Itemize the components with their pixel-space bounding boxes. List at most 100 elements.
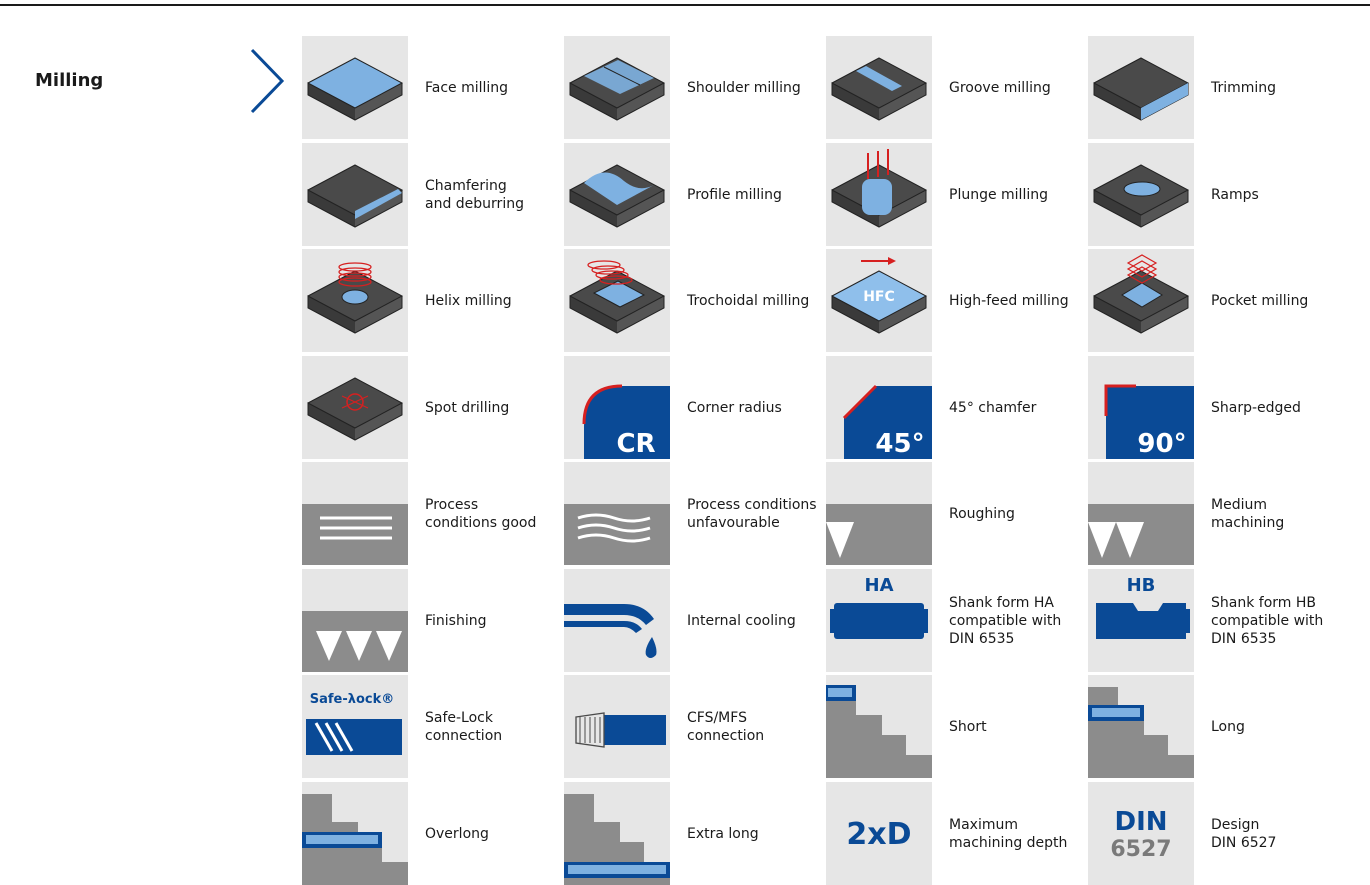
length-long-icon [1088,675,1194,778]
legend-label: CFS/MFS connection [687,709,765,744]
cfs-mfs-icon [564,675,670,778]
legend-item: Helix milling [302,249,564,352]
legend-label: Extra long [687,825,759,842]
legend-label: Trimming [1211,79,1277,96]
length-short-icon [826,675,932,778]
top-rule [0,4,1370,6]
finishing-icon [302,569,408,672]
trochoidal-milling-icon [564,249,670,352]
plunge-milling-icon [826,143,932,246]
din-6527-icon: DIN 6527 [1088,782,1194,885]
legend-label: Process conditions good [425,496,537,531]
svg-text:DIN: DIN [1114,807,1167,837]
legend-label: Overlong [425,825,489,842]
legend-item: Process conditions unfavourable [564,462,826,565]
legend-item: Internal cooling [564,569,826,672]
legend-item: Pocket milling [1088,249,1350,352]
svg-text:HFC: HFC [863,289,895,305]
legend-label: Pocket milling [1211,292,1309,309]
legend-label: Short [949,718,987,735]
legend-label: Corner radius [687,399,782,416]
medium-machining-icon [1088,462,1194,565]
legend-item: Roughing [826,462,1088,565]
length-extra-long-icon [564,782,670,885]
pocket-milling-icon [1088,249,1194,352]
chamfering-icon [302,143,408,246]
legend-item: Groove milling [826,36,1088,139]
legend-item: HB Shank form HB compatible with DIN 6535 [1088,569,1350,672]
legend-item: Profile milling [564,143,826,246]
chamfer-45-icon: 45° [826,356,932,459]
legend-item: Long [1088,675,1350,778]
roughing-icon [826,462,932,565]
legend-label: Long [1211,718,1245,735]
chevron-right-icon [250,48,285,114]
legend-item: Short [826,675,1088,778]
legend-item: Plunge milling [826,143,1088,246]
legend-label: Helix milling [425,292,512,309]
legend-label: Profile milling [687,186,782,203]
shoulder-milling-icon [564,36,670,139]
legend-label: Chamfering and deburring [425,177,524,212]
legend-item: DIN 6527 Design DIN 6527 [1088,782,1350,885]
legend-item: Extra long [564,782,826,885]
svg-text:90°: 90° [1137,429,1186,459]
internal-cooling-icon [564,569,670,672]
legend-item: Trimming [1088,36,1350,139]
legend-item: 90° Sharp-edged [1088,356,1350,459]
legend-item: Face milling [302,36,564,139]
legend-item: CFS/MFS connection [564,675,826,778]
groove-milling-icon [826,36,932,139]
legend-item: Shoulder milling [564,36,826,139]
legend-label: Sharp-edged [1211,399,1301,416]
trimming-icon [1088,36,1194,139]
legend-item: Chamfering and deburring [302,143,564,246]
conditions-unfavourable-icon [564,462,670,565]
legend-item: Trochoidal milling [564,249,826,352]
legend-label: Face milling [425,79,509,96]
sharp-edged-icon: 90° [1088,356,1194,459]
section-title: Milling [35,70,104,91]
svg-text:CR: CR [616,429,655,459]
safe-lock-icon: Safe-λock® [302,675,408,778]
svg-text:HB: HB [1127,575,1156,596]
legend-item: HFC High-feed milling [826,249,1088,352]
legend-label: Internal cooling [687,612,796,629]
legend-label: Spot drilling [425,399,510,416]
svg-text:45°: 45° [875,429,924,459]
legend-item: Spot drilling [302,356,564,459]
conditions-good-icon [302,462,408,565]
high-feed-milling-icon: HFC [826,249,932,352]
svg-text:2xD: 2xD [846,817,911,852]
legend-label: Shank form HB compatible with DIN 6535 [1211,594,1324,647]
shank-ha-icon: HA [826,569,932,672]
spot-drilling-icon [302,356,408,459]
legend-label: Maximum machining depth [949,816,1068,851]
legend-item: Finishing [302,569,564,672]
legend-label: Finishing [425,612,487,629]
legend-label: Roughing [949,505,1015,522]
legend-label: 45° chamfer [949,399,1037,416]
legend-item: Medium machining [1088,462,1350,565]
legend-item: Process conditions good [302,462,564,565]
legend-label: Design DIN 6527 [1211,816,1277,851]
legend-label: Shoulder milling [687,79,801,96]
legend-label: Medium machining [1211,496,1285,531]
legend-item: Overlong [302,782,564,885]
legend-item: CR Corner radius [564,356,826,459]
legend-item: Ramps [1088,143,1350,246]
svg-text:6527: 6527 [1110,837,1171,862]
corner-radius-icon: CR [564,356,670,459]
helix-milling-icon [302,249,408,352]
legend-label: High-feed milling [949,292,1069,309]
legend-item: Safe-λock® Safe-Lock connection [302,675,564,778]
svg-text:HA: HA [865,575,894,596]
legend-label: Trochoidal milling [687,292,810,309]
legend-label: Ramps [1211,186,1259,203]
face-milling-icon [302,36,408,139]
length-overlong-icon [302,782,408,885]
ramps-icon [1088,143,1194,246]
legend-label: Process conditions unfavourable [687,496,817,531]
legend-item: HA Shank form HA compatible with DIN 6535 [826,569,1088,672]
profile-milling-icon [564,143,670,246]
